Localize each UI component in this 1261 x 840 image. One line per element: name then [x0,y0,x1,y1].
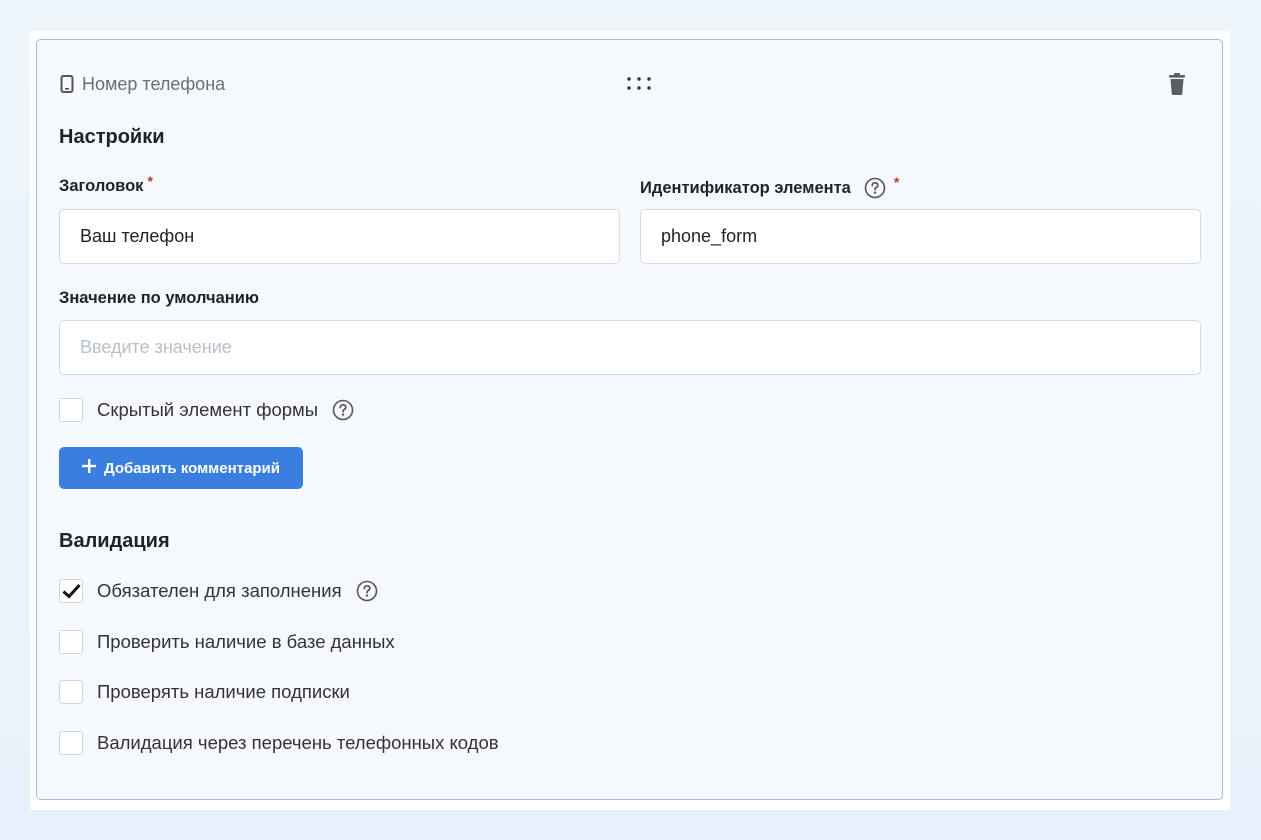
plus-icon [82,459,96,477]
drag-dots-icon[interactable] [626,76,652,92]
help-icon[interactable] [864,177,886,199]
required-mark: * [893,174,900,190]
default-value-label: Значение по умолчанию [59,289,259,307]
add-comment-label: Добавить комментарий [104,459,280,477]
heading-label-text: Заголовок [59,177,144,195]
field-type-header: Номер телефона [60,72,225,96]
hidden-element-checkbox[interactable] [59,398,83,422]
heading-label: Заголовок * [59,173,153,196]
validation-option-phone-codes[interactable]: Валидация через перечень телефонных кодо… [59,731,499,755]
required-mark: * [147,172,153,189]
element-id-label-text: Идентификатор элемента [640,178,851,197]
mobile-phone-icon [60,75,74,93]
database-check-checkbox[interactable] [59,630,83,654]
element-id-input[interactable] [640,209,1201,264]
hidden-element-label: Скрытый элемент формы [97,399,319,420]
field-type-label: Номер телефона [82,73,226,94]
validation-option-label: Валидация через перечень телефонных кодо… [97,732,499,753]
heading-input[interactable] [59,209,620,264]
help-icon[interactable] [332,399,354,421]
validation-option-required[interactable]: Обязателен для заполнения [59,579,378,603]
element-id-label: Идентификатор элемента * [640,174,900,199]
validation-option-subscription[interactable]: Проверять наличие подписки [59,680,350,704]
required-checkbox[interactable] [59,579,83,603]
add-comment-button[interactable]: Добавить комментарий [59,447,303,489]
validation-option-label: Обязателен для заполнения [97,580,342,601]
help-icon[interactable] [356,580,378,602]
validation-section-title: Валидация [59,530,170,552]
validation-option-label: Проверять наличие подписки [97,681,350,702]
validation-option-database[interactable]: Проверить наличие в базе данных [59,630,395,654]
trash-icon[interactable] [1166,72,1188,96]
default-value-input[interactable] [59,320,1201,375]
phone-codes-checkbox[interactable] [59,731,83,755]
settings-section-title: Настройки [59,126,165,148]
subscription-check-checkbox[interactable] [59,680,83,704]
validation-option-label: Проверить наличие в базе данных [97,631,395,652]
hidden-element-option[interactable]: Скрытый элемент формы [59,398,354,422]
